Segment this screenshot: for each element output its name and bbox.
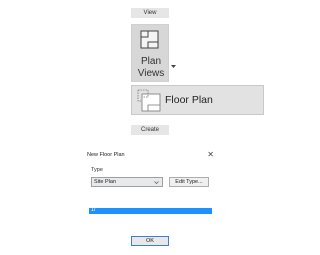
ok-button[interactable]: OK <box>131 236 169 246</box>
floor-plan-menu-item[interactable]: Floor Plan <box>131 85 264 115</box>
floor-plan-label: Floor Plan <box>165 94 213 106</box>
chevron-down-icon <box>154 181 159 184</box>
chevron-down-icon[interactable] <box>171 64 176 69</box>
dialog-title: New Floor Plan <box>87 152 125 158</box>
list-item[interactable]: 1/ <box>89 207 212 214</box>
type-label: Type <box>91 167 103 173</box>
plan-views-label-line2: Views <box>137 68 165 79</box>
floor-plan-icon <box>137 89 161 112</box>
views-list[interactable]: 1/ <box>89 200 212 222</box>
close-icon[interactable]: ✕ <box>207 150 214 159</box>
new-floor-plan-dialog: New Floor Plan ✕ Type Site Plan Edit Typ… <box>85 150 216 222</box>
type-select-value: Site Plan <box>94 179 117 185</box>
plan-views-icon <box>140 30 159 49</box>
create-tab[interactable]: Create <box>131 125 169 135</box>
type-select[interactable]: Site Plan <box>91 177 163 187</box>
edit-type-button[interactable]: Edit Type... <box>169 177 209 187</box>
view-tab[interactable]: View <box>131 8 169 18</box>
list-item-label: 1/ <box>91 207 96 213</box>
plan-views-label-line1: Plan <box>140 56 161 67</box>
plan-views-button[interactable]: Plan Views <box>131 24 169 82</box>
